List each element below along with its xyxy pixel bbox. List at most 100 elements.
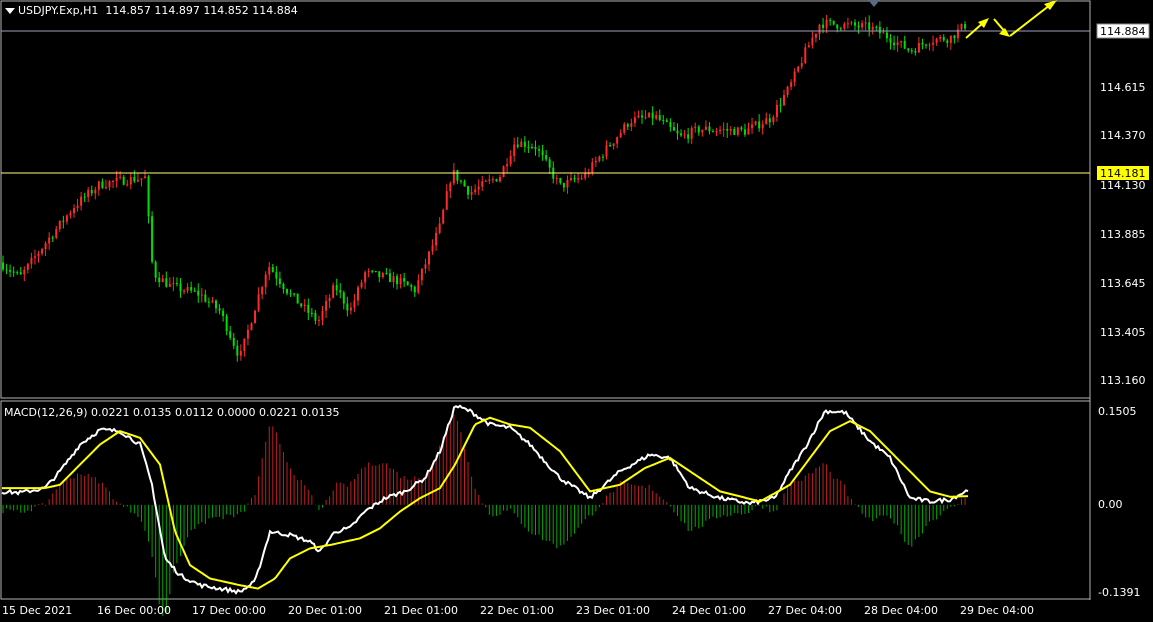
candle <box>420 268 423 281</box>
candle <box>410 285 413 287</box>
candle <box>94 189 97 194</box>
candle <box>580 178 583 180</box>
candle <box>190 287 193 291</box>
candle <box>371 270 374 272</box>
candle <box>278 278 281 284</box>
candle <box>655 115 658 119</box>
chart-area[interactable]: 114.615 114.370 114.130 113.885 113.645 … <box>0 0 1153 619</box>
candle <box>559 178 562 183</box>
candle <box>825 19 828 28</box>
candle <box>896 42 899 46</box>
candle <box>690 127 693 139</box>
candle <box>932 42 935 45</box>
candle <box>360 282 363 288</box>
candle <box>438 223 441 233</box>
candle <box>598 156 601 161</box>
candle <box>864 22 867 24</box>
candle <box>722 128 725 130</box>
candle <box>289 293 292 295</box>
candle <box>317 319 320 321</box>
candle <box>712 131 714 133</box>
candle <box>538 149 541 151</box>
candle <box>520 141 523 147</box>
candle <box>261 287 264 295</box>
forecast-arrows[interactable] <box>965 0 1057 39</box>
candle <box>282 283 285 290</box>
candle <box>694 126 697 128</box>
candle <box>804 47 807 64</box>
candle <box>467 186 470 195</box>
candle <box>396 276 399 285</box>
candle <box>893 42 896 46</box>
candle <box>871 26 874 30</box>
candle <box>456 170 459 181</box>
candle <box>502 166 505 178</box>
candle <box>733 129 736 135</box>
candle <box>271 267 274 273</box>
macd-tick: 0.1505 <box>1098 405 1137 418</box>
price-tick: 114.130 <box>1100 179 1146 192</box>
candle <box>743 129 746 135</box>
candle <box>211 300 214 302</box>
candlestick-series <box>2 14 967 362</box>
candle <box>662 119 665 121</box>
ohlc-values: 114.857 114.897 114.852 114.884 <box>105 4 298 17</box>
candle <box>275 272 278 279</box>
candle <box>97 181 100 190</box>
candle <box>314 312 317 321</box>
candle <box>87 189 90 197</box>
scroll-marker-icon[interactable] <box>868 0 880 7</box>
candle <box>193 290 196 292</box>
candle <box>946 40 949 43</box>
time-label: 24 Dec 01:00 <box>672 604 746 617</box>
candle <box>534 147 537 150</box>
candle <box>115 177 118 182</box>
candle <box>740 127 743 130</box>
candle <box>786 86 789 96</box>
candle <box>790 82 793 87</box>
candle <box>406 281 409 286</box>
candle <box>761 124 764 129</box>
candle <box>570 178 572 181</box>
candle <box>161 278 164 283</box>
candle <box>701 129 704 133</box>
candle <box>921 43 924 45</box>
time-label: 29 Dec 04:00 <box>960 604 1034 617</box>
candle <box>736 127 739 135</box>
candle <box>619 132 622 138</box>
time-label: 22 Dec 01:00 <box>480 604 554 617</box>
candle <box>495 179 498 182</box>
candle <box>797 66 800 72</box>
candle <box>250 323 253 330</box>
candle <box>516 144 519 147</box>
candle <box>910 50 913 52</box>
candle <box>850 22 853 24</box>
candle <box>403 278 406 282</box>
candle <box>630 123 633 127</box>
candle <box>307 304 310 313</box>
candle <box>900 41 903 43</box>
candle <box>310 312 313 314</box>
candle <box>949 35 952 43</box>
candle <box>424 264 427 269</box>
candle <box>215 300 217 309</box>
candle <box>523 141 526 147</box>
candle <box>637 115 640 118</box>
candle <box>413 286 416 293</box>
candle <box>264 274 267 288</box>
candle <box>449 183 452 192</box>
candle <box>953 35 956 39</box>
candle <box>463 181 466 187</box>
candle <box>154 261 157 278</box>
candle <box>577 178 580 180</box>
macd-indicator-label: MACD(12,26,9) 0.0221 0.0135 0.0112 0.000… <box>4 406 340 419</box>
macd-axis: 0.1505 0.00 -0.1391 <box>1098 405 1140 599</box>
candle <box>388 273 391 283</box>
candle <box>417 280 420 293</box>
chart-menu-icon[interactable] <box>5 8 15 14</box>
candle <box>2 262 4 270</box>
candle <box>807 45 810 48</box>
chart-canvas[interactable]: 114.615 114.370 114.130 113.885 113.645 … <box>0 0 1153 619</box>
candle <box>623 124 626 133</box>
candle <box>296 293 299 304</box>
